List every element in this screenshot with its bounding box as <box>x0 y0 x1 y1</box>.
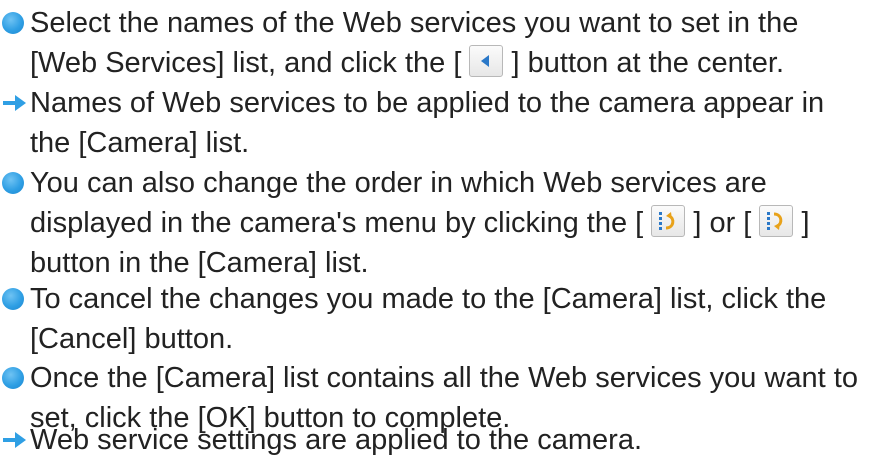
text-segment: the [Camera] list. <box>30 127 250 159</box>
text-segment: ] or [ <box>685 207 760 239</box>
item-text: Select the names of the Web services you… <box>30 3 798 83</box>
move-up-icon <box>651 205 686 238</box>
text-segment: To cancel the changes you made to the [C… <box>30 283 827 315</box>
text-segment: displayed in the camera's menu by clicki… <box>30 207 652 239</box>
text-segment: ] <box>793 207 810 239</box>
arrow-left-icon <box>469 45 504 78</box>
text-segment: You can also change the order in which W… <box>30 167 767 199</box>
instruction-list: Select the names of the Web services you… <box>0 0 875 460</box>
item-text: To cancel the changes you made to the [C… <box>30 279 826 359</box>
text-line: button in the [Camera] list. <box>30 243 810 283</box>
text-line: displayed in the camera's menu by clicki… <box>30 203 810 243</box>
text-line: Names of Web services to be applied to t… <box>30 83 824 123</box>
item-text: Web service settings are applied to the … <box>30 420 642 460</box>
text-segment: ] button at the center. <box>503 47 784 79</box>
text-segment: Once the [Camera] list contains all the … <box>30 362 858 394</box>
bullet-dot-icon <box>2 288 24 310</box>
result-arrow-icon <box>2 429 26 451</box>
text-segment: Web service settings are applied to the … <box>30 424 643 456</box>
text-line: Web service settings are applied to the … <box>30 420 642 460</box>
bullet-dot-icon <box>2 12 24 34</box>
text-segment: button in the [Camera] list. <box>30 247 369 279</box>
text-line: You can also change the order in which W… <box>30 163 810 203</box>
item-text: You can also change the order in which W… <box>30 163 810 283</box>
result-arrow-icon <box>2 92 26 114</box>
bullet-dot-icon <box>2 367 24 389</box>
text-segment: Select the names of the Web services you… <box>30 7 799 39</box>
item-text: Names of Web services to be applied to t… <box>30 83 824 163</box>
text-line: the [Camera] list. <box>30 123 824 163</box>
text-line: [Cancel] button. <box>30 319 826 359</box>
text-segment: Names of Web services to be applied to t… <box>30 87 825 119</box>
text-line: To cancel the changes you made to the [C… <box>30 279 826 319</box>
text-segment: [Cancel] button. <box>30 323 234 355</box>
text-line: Once the [Camera] list contains all the … <box>30 358 858 398</box>
text-segment: [Web Services] list, and click the [ <box>30 47 470 79</box>
move-down-icon <box>759 205 794 238</box>
text-line: [Web Services] list, and click the [ ] b… <box>30 43 798 83</box>
text-line: Select the names of the Web services you… <box>30 3 798 43</box>
bullet-dot-icon <box>2 172 24 194</box>
